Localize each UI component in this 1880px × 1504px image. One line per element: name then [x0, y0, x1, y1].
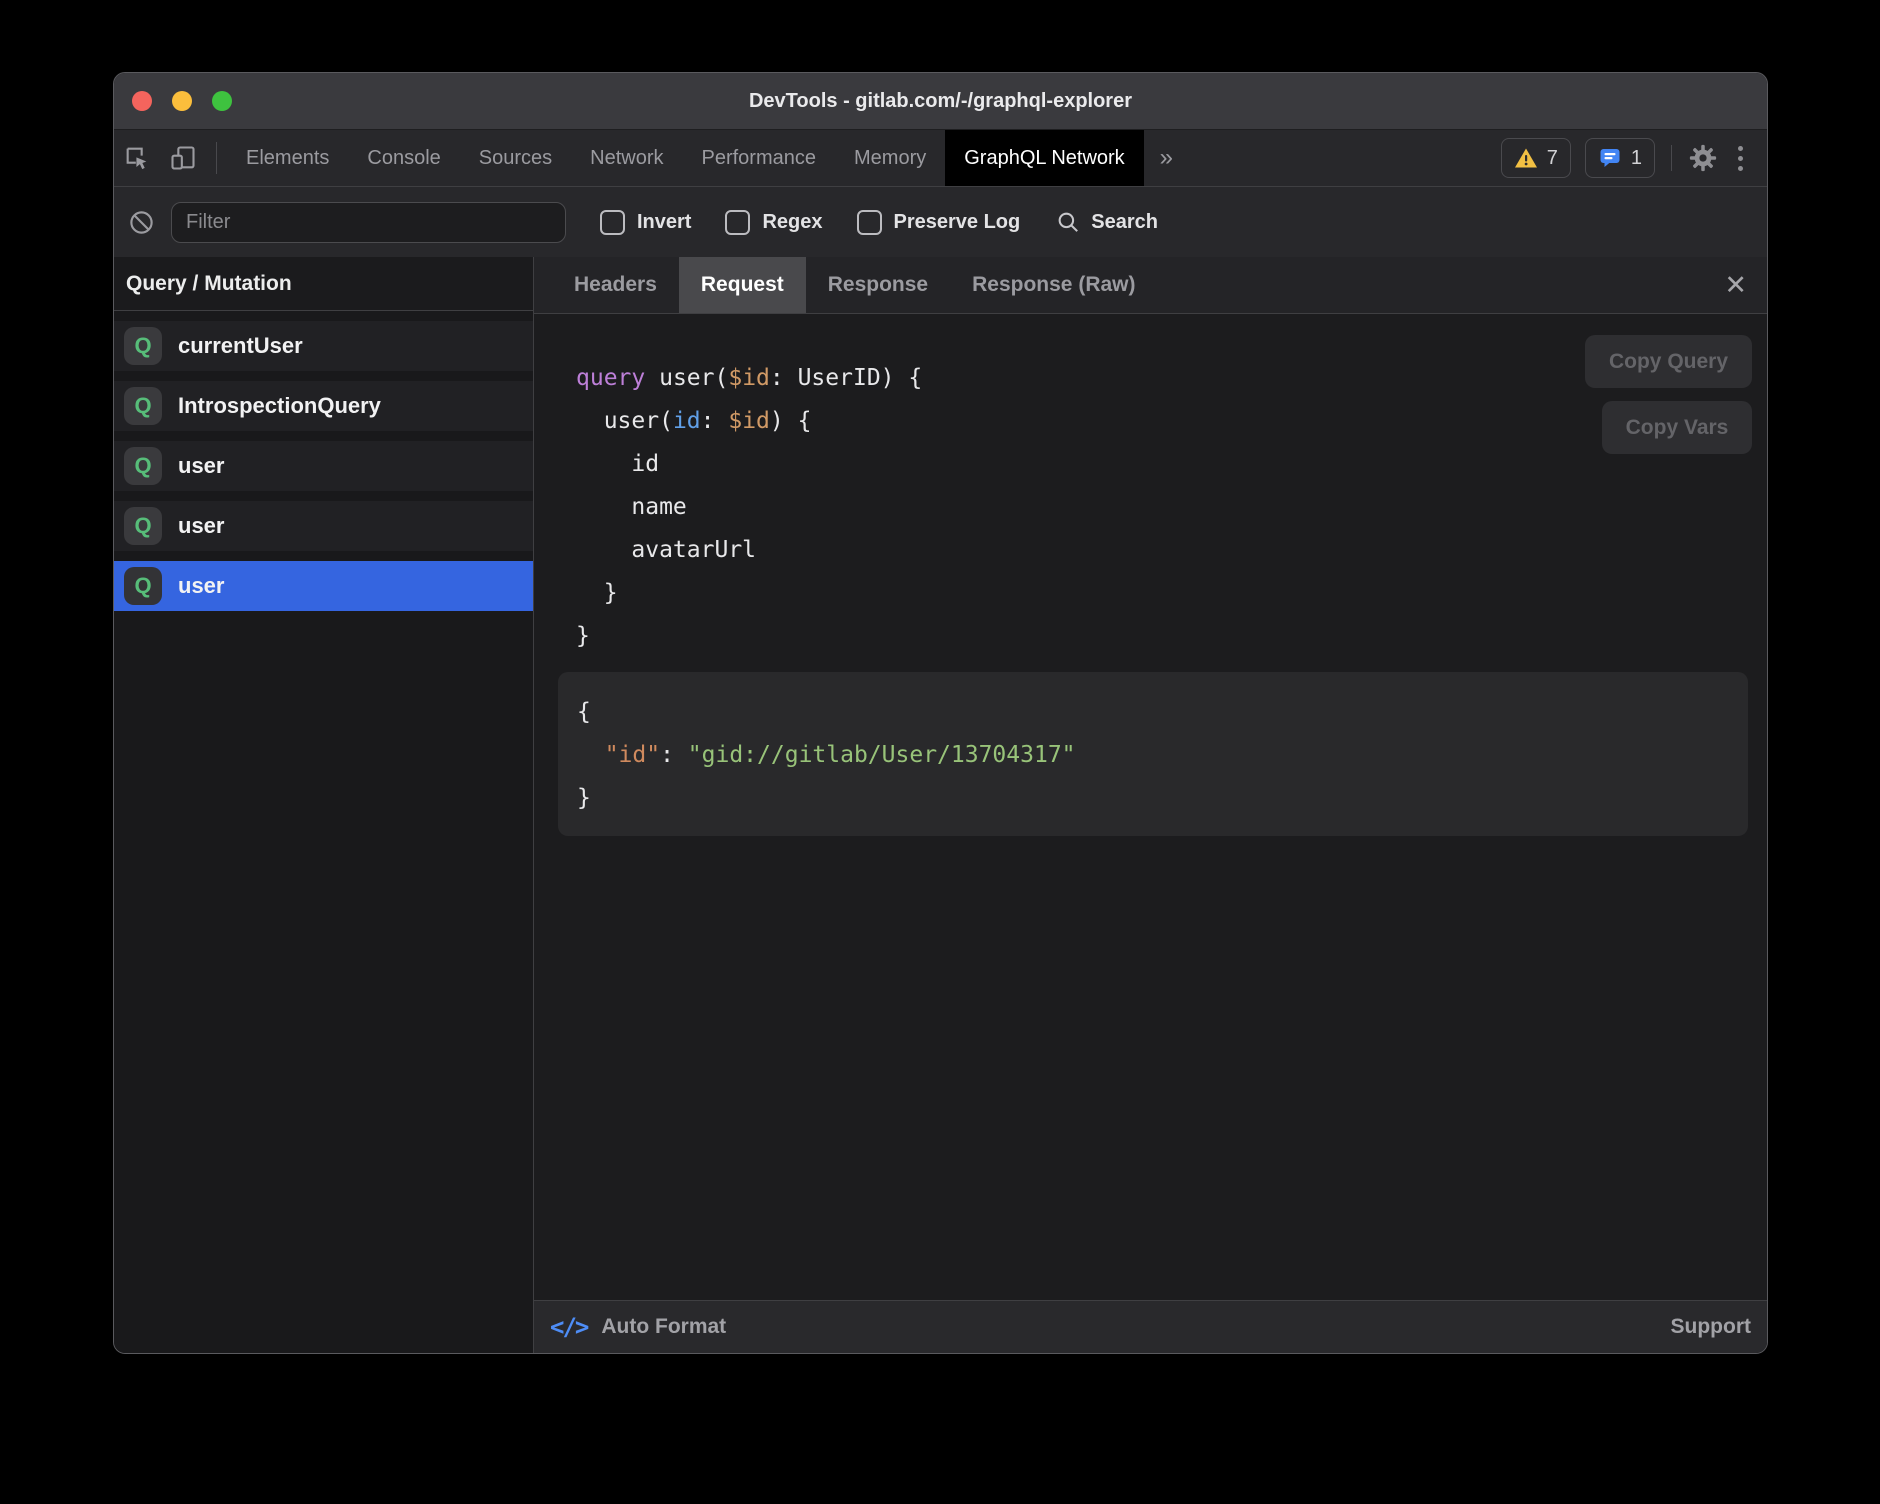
query-list-item[interactable]: Q IntrospectionQuery	[114, 381, 533, 431]
close-detail-button[interactable]: ✕	[1724, 272, 1747, 299]
detail-tab-response-raw-[interactable]: Response (Raw)	[950, 257, 1157, 313]
query-list-item-label: currentUser	[178, 333, 303, 359]
filter-checkbox-group[interactable]: Regex	[725, 210, 822, 235]
devtools-tab-memory[interactable]: Memory	[835, 130, 945, 186]
settings-button[interactable]	[1688, 143, 1718, 173]
query-type-badge: Q	[124, 507, 162, 545]
code-line: avatarUrl	[576, 529, 922, 572]
title-bar: DevTools - gitlab.com/-/graphql-explorer	[114, 73, 1767, 130]
search-button[interactable]: Search	[1055, 209, 1158, 235]
inspect-element-button[interactable]	[114, 130, 160, 186]
panel-tabs: ElementsConsoleSourcesNetworkPerformance…	[227, 130, 1144, 186]
query-list-panel: Query / Mutation Q currentUser Q Introsp…	[114, 257, 534, 1353]
query-type-badge: Q	[124, 387, 162, 425]
checkbox-label: Invert	[637, 211, 691, 234]
close-window-button[interactable]	[132, 91, 152, 111]
query-list-item[interactable]: Q currentUser	[114, 321, 533, 371]
checkbox[interactable]	[600, 210, 625, 235]
devtools-tab-bar: ElementsConsoleSourcesNetworkPerformance…	[114, 130, 1767, 187]
window-title: DevTools - gitlab.com/-/graphql-explorer	[114, 90, 1767, 113]
checkbox[interactable]	[857, 210, 882, 235]
issues-badge[interactable]: 1	[1585, 138, 1655, 178]
query-list-item-label: user	[178, 573, 224, 599]
devtools-tab-performance[interactable]: Performance	[683, 130, 836, 186]
graphql-query-code: query user($id: UserID) { user(id: $id) …	[576, 357, 922, 658]
filter-checkbox-group[interactable]: Preserve Log	[857, 210, 1021, 235]
devtools-tab-console[interactable]: Console	[348, 130, 459, 186]
auto-format-button[interactable]: Auto Format	[601, 1315, 726, 1339]
copy-query-button[interactable]: Copy Query	[1585, 335, 1752, 388]
copy-vars-button[interactable]: Copy Vars	[1602, 401, 1752, 454]
inspect-cursor-icon	[123, 144, 151, 172]
query-variables-box: { "id": "gid://gitlab/User/13704317"}	[558, 672, 1748, 836]
query-type-badge: Q	[124, 567, 162, 605]
toolbar-divider	[216, 142, 217, 174]
detail-tab-headers[interactable]: Headers	[552, 257, 679, 313]
filter-bar: Invert Regex Preserve Log Search	[114, 187, 1767, 258]
gear-icon	[1688, 143, 1718, 173]
device-toolbar-icon	[169, 144, 197, 172]
search-icon	[1055, 209, 1081, 235]
code-line: "id": "gid://gitlab/User/13704317"	[577, 734, 1748, 777]
checkbox[interactable]	[725, 210, 750, 235]
checkbox-label: Preserve Log	[894, 211, 1021, 234]
request-detail-panel: HeadersRequestResponseResponse (Raw) ✕ q…	[534, 257, 1767, 1353]
checkbox-label: Regex	[762, 211, 822, 234]
devtools-tab-elements[interactable]: Elements	[227, 130, 348, 186]
query-list: Q currentUser Q IntrospectionQuery Q use…	[114, 311, 533, 611]
code-line: id	[576, 443, 922, 486]
toolbar-divider	[1671, 145, 1672, 171]
more-options-button[interactable]	[1732, 146, 1749, 171]
detail-tab-bar: HeadersRequestResponseResponse (Raw) ✕	[534, 257, 1767, 314]
filter-options: Invert Regex Preserve Log	[566, 210, 1020, 235]
toolbar-right: 7 1	[1501, 130, 1767, 186]
code-line: }	[576, 572, 922, 615]
search-label: Search	[1091, 211, 1158, 234]
query-list-item-label: user	[178, 453, 224, 479]
support-link[interactable]: Support	[1671, 1315, 1751, 1339]
main-content: Query / Mutation Q currentUser Q Introsp…	[114, 257, 1767, 1353]
toggle-device-toolbar-button[interactable]	[160, 130, 206, 186]
code-line: }	[577, 777, 1748, 820]
devtools-tab-network[interactable]: Network	[571, 130, 682, 186]
code-line: name	[576, 486, 922, 529]
filter-input[interactable]	[171, 202, 566, 243]
query-list-item[interactable]: Q user	[114, 561, 533, 611]
code-line: {	[577, 691, 1748, 734]
block-icon	[128, 209, 155, 236]
query-type-badge: Q	[124, 327, 162, 365]
code-line: user(id: $id) {	[576, 400, 922, 443]
detail-footer: </> Auto Format Support	[534, 1300, 1767, 1353]
desktop: { "window": { "title": "DevTools - gitla…	[0, 0, 1880, 1504]
query-list-header: Query / Mutation	[114, 257, 533, 311]
detail-tab-request[interactable]: Request	[679, 257, 806, 313]
devtools-window: DevTools - gitlab.com/-/graphql-explorer…	[113, 72, 1768, 1354]
query-list-item[interactable]: Q user	[114, 441, 533, 491]
code-format-icon: </>	[550, 1313, 587, 1341]
code-line: query user($id: UserID) {	[576, 357, 922, 400]
warning-count: 7	[1547, 147, 1558, 170]
query-list-item-label: IntrospectionQuery	[178, 393, 381, 419]
devtools-tab-graphql-network[interactable]: GraphQL Network	[945, 130, 1143, 186]
warning-icon	[1514, 147, 1538, 169]
detail-tab-response[interactable]: Response	[806, 257, 950, 313]
detail-tabs: HeadersRequestResponseResponse (Raw)	[552, 257, 1158, 313]
devtools-tab-sources[interactable]: Sources	[460, 130, 571, 186]
clear-filter-button[interactable]	[128, 209, 155, 236]
query-list-item[interactable]: Q user	[114, 501, 533, 551]
zoom-window-button[interactable]	[212, 91, 232, 111]
issue-count: 1	[1631, 147, 1642, 170]
minimize-window-button[interactable]	[172, 91, 192, 111]
traffic-lights	[114, 91, 232, 111]
warnings-badge[interactable]: 7	[1501, 138, 1571, 178]
query-list-item-label: user	[178, 513, 224, 539]
code-line: }	[576, 615, 922, 658]
query-type-badge: Q	[124, 447, 162, 485]
message-icon	[1598, 146, 1622, 170]
more-tabs-button[interactable]: »	[1144, 130, 1189, 186]
filter-checkbox-group[interactable]: Invert	[600, 210, 691, 235]
